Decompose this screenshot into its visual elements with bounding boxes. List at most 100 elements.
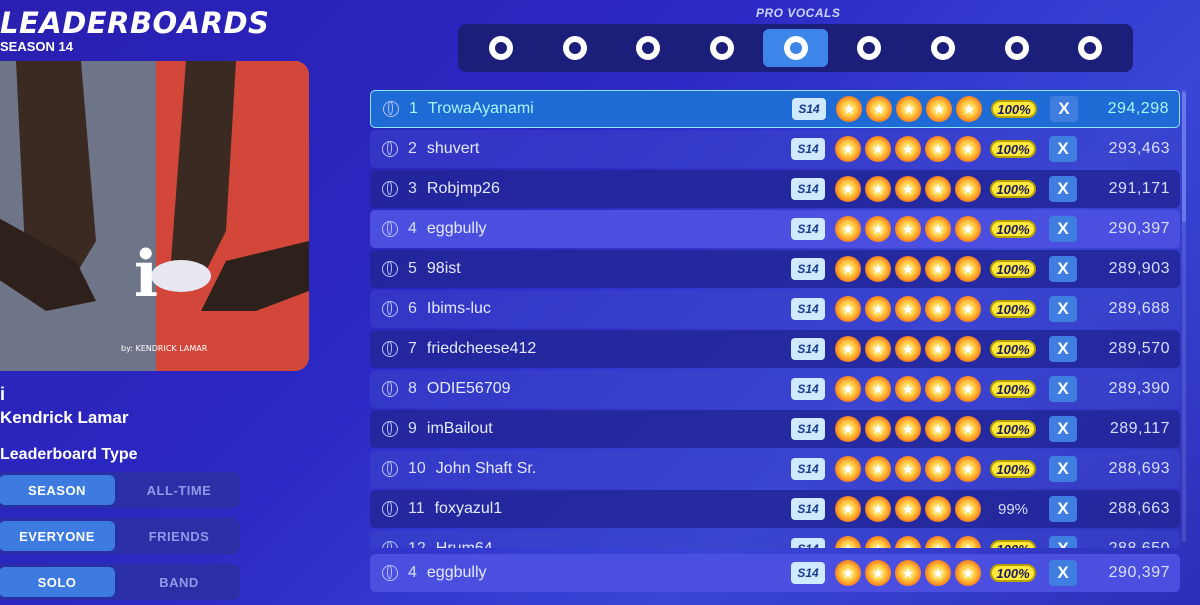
instrument-mark: X [1049, 560, 1077, 586]
table-row[interactable]: 11 foxyazul1 S14 ★ ★ ★ ★ ★ 99% X 288,663 [370, 490, 1180, 528]
star-icon: ★ [865, 456, 891, 482]
table-row[interactable]: 4 eggbully S14 ★ ★ ★ ★ ★ 100% X 290,397 [370, 554, 1180, 592]
table-row[interactable]: 8 ODIE56709 S14 ★ ★ ★ ★ ★ 100% X 289,390 [370, 370, 1180, 408]
star-icon: ★ [955, 456, 981, 482]
season-label: SEASON 14 [0, 39, 73, 54]
instrument-tab[interactable] [615, 29, 681, 67]
instrument-tab[interactable] [762, 29, 829, 67]
star-icon: ★ [925, 136, 951, 162]
star-rating: ★★★★★ [835, 536, 985, 548]
instrument-selector [458, 24, 1133, 72]
instrument-mark: X [1049, 336, 1077, 362]
table-row[interactable]: 3 Robjmp26 S14 ★ ★ ★ ★ ★ 100% X 291,171 [370, 170, 1180, 208]
solo-option[interactable]: SOLO [0, 567, 115, 597]
album-art-illustration: i by: KENDRICK LAMAR [0, 61, 309, 371]
table-row[interactable]: 7 friedcheese412 S14 ★ ★ ★ ★ ★ 100% X 289,57… [370, 330, 1180, 368]
table-row[interactable]: 12 Hrum64 S14 ★ ★ ★ ★ ★ 100% X 288,650 [370, 530, 1180, 548]
star-icon: ★ [865, 536, 891, 548]
rank-number: 5 [408, 260, 417, 277]
album-letter: i [134, 237, 158, 312]
globe-icon [382, 221, 398, 237]
accuracy-badge: 100% [990, 220, 1036, 238]
instrument-tab[interactable] [984, 29, 1050, 67]
instrument-mark: X [1049, 376, 1077, 402]
instrument-tab[interactable] [689, 29, 755, 67]
accuracy-badge: 100% [990, 260, 1036, 278]
friends-option[interactable]: FRIENDS [121, 521, 237, 551]
everyone-option[interactable]: EVERYONE [0, 521, 115, 551]
instrument-tab[interactable] [542, 29, 608, 67]
player-name: John Shaft Sr. [435, 460, 537, 477]
page-title: LEADERBOARDS [0, 6, 270, 40]
accuracy-badge: 100% [990, 380, 1036, 398]
star-icon: ★ [895, 176, 921, 202]
band-option[interactable]: BAND [121, 567, 237, 597]
accuracy-badge: 100% [990, 540, 1036, 548]
table-row[interactable]: 10 John Shaft Sr. S14 ★ ★ ★ ★ ★ 100% X 288,6… [370, 450, 1180, 488]
instrument-mark: X [1049, 136, 1077, 162]
star-icon: ★ [865, 216, 891, 242]
star-icon: ★ [865, 496, 891, 522]
instrument-mark: X [1049, 176, 1077, 202]
star-icon: ★ [835, 296, 861, 322]
instrument-tab[interactable] [468, 29, 534, 67]
star-icon: ★ [955, 136, 981, 162]
star-icon: ★ [835, 496, 861, 522]
star-rating: ★★★★★ [835, 416, 985, 442]
rank-number: 4 [408, 564, 417, 581]
star-icon: ★ [835, 456, 861, 482]
score: 293,463 [1108, 140, 1170, 157]
season-badge: S14 [791, 418, 825, 440]
star-icon: ★ [956, 96, 982, 122]
score: 290,397 [1108, 564, 1170, 581]
rank-number: 2 [408, 140, 417, 157]
star-icon: ★ [925, 376, 951, 402]
star-rating: ★★★★★ [835, 136, 985, 162]
star-icon: ★ [955, 560, 981, 586]
globe-icon [383, 101, 399, 117]
instrument-tab[interactable] [910, 29, 976, 67]
instrument-label: PRO VOCALS [756, 6, 841, 20]
instrument-tab[interactable] [836, 29, 902, 67]
instrument-mark: X [1050, 96, 1078, 122]
rank-number: 6 [408, 300, 417, 317]
player-name: 98ist [426, 260, 461, 277]
party-toggle: SOLO BAND [0, 564, 240, 600]
table-row[interactable]: 2 shuvert S14 ★ ★ ★ ★ ★ 100% X 293,463 [370, 130, 1180, 168]
table-row[interactable]: 4 eggbully S14 ★ ★ ★ ★ ★ 100% X 290,397 [370, 210, 1180, 248]
star-icon: ★ [895, 496, 921, 522]
star-icon: ★ [865, 176, 891, 202]
star-icon: ★ [925, 296, 951, 322]
table-row[interactable]: 6 Ibims-luc S14 ★ ★ ★ ★ ★ 100% X 289,688 [370, 290, 1180, 328]
star-icon: ★ [925, 560, 951, 586]
globe-icon [382, 461, 398, 477]
season-option[interactable]: SEASON [0, 475, 115, 505]
star-icon: ★ [835, 560, 861, 586]
score: 290,397 [1108, 220, 1170, 237]
table-row[interactable]: 9 imBailout S14 ★ ★ ★ ★ ★ 100% X 289,117 [370, 410, 1180, 448]
score: 289,688 [1108, 300, 1170, 317]
table-row[interactable]: 1 TrowaAyanami S14 ★ ★ ★ ★ ★ 100% X 294,298 [370, 90, 1180, 128]
rank-number: 9 [408, 420, 417, 437]
time-range-toggle: SEASON ALL-TIME [0, 472, 240, 508]
star-rating: ★★★★★ [835, 456, 985, 482]
season-badge: S14 [792, 98, 826, 120]
bass-icon [636, 36, 661, 60]
scrollbar-thumb[interactable] [1182, 92, 1186, 222]
player-name: ODIE56709 [426, 380, 511, 397]
player-name: eggbully [426, 220, 487, 237]
instrument-tab[interactable] [1057, 29, 1123, 67]
star-icon: ★ [895, 336, 921, 362]
star-rating: ★★★★★ [836, 96, 986, 122]
globe-icon [382, 341, 398, 357]
left-panel: LEADERBOARDS SEASON 14 i by: KENDRICK LA… [0, 0, 330, 605]
all-time-option[interactable]: ALL-TIME [121, 475, 237, 505]
season-badge: S14 [791, 138, 825, 160]
star-icon: ★ [955, 216, 981, 242]
accuracy-badge: 99% [997, 500, 1029, 518]
star-rating: ★★★★★ [835, 216, 985, 242]
star-rating: ★★★★★ [835, 256, 985, 282]
star-icon: ★ [835, 136, 861, 162]
star-icon: ★ [835, 536, 861, 548]
table-row[interactable]: 5 98ist S14 ★ ★ ★ ★ ★ 100% X 289,903 [370, 250, 1180, 288]
